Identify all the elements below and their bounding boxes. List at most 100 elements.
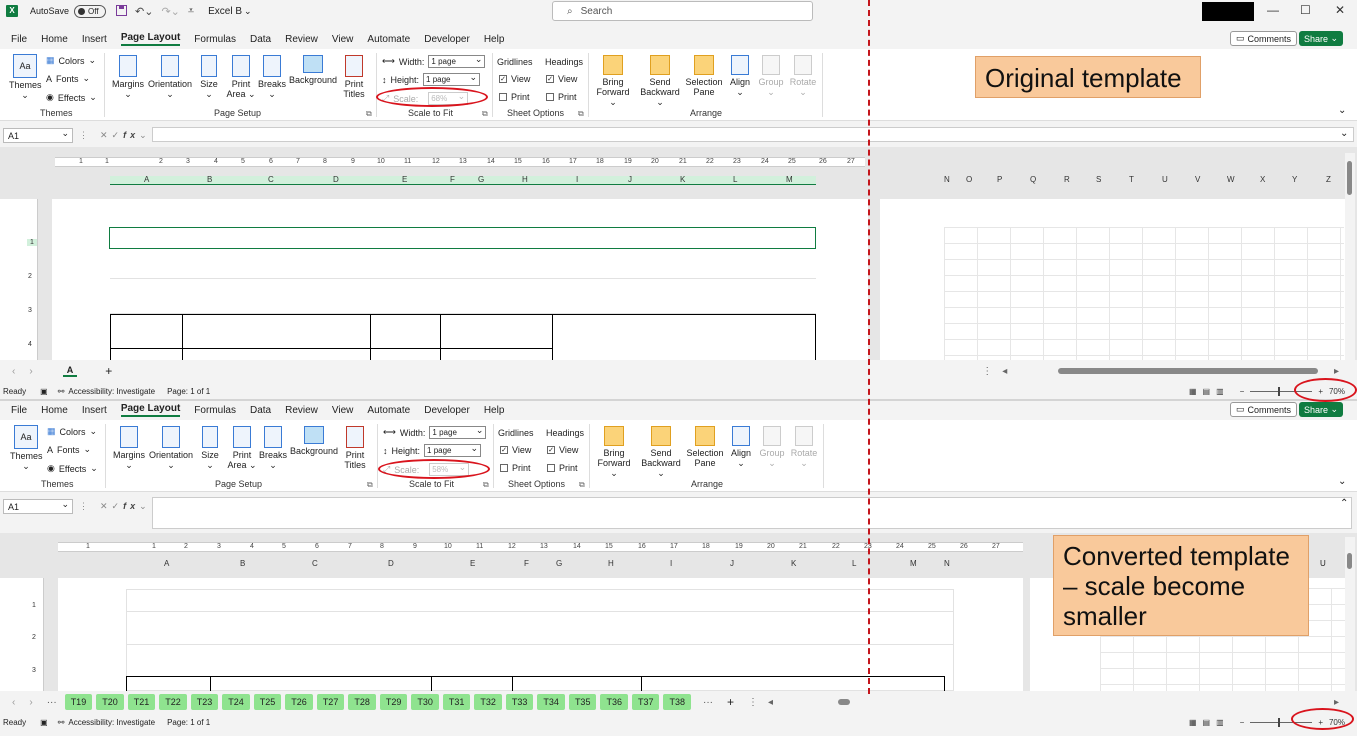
height-combo[interactable]: 1 page — [424, 442, 482, 457]
align-button[interactable]: Align ⌄ — [727, 55, 753, 97]
normal-view-icon[interactable]: ▦ — [1189, 718, 1197, 727]
page-layout-view-icon[interactable]: ▤ — [1203, 387, 1211, 396]
row-header[interactable]: 1 — [32, 602, 36, 609]
fx-icon[interactable]: fx — [123, 501, 139, 511]
prev-sheet-icon[interactable]: ‹ — [12, 697, 15, 708]
align-button[interactable]: Align ⌄ — [728, 426, 754, 468]
share-button[interactable]: Share ⌄ — [1299, 31, 1344, 46]
send-backward-button[interactable]: Send Backward ⌄ — [638, 55, 682, 107]
horizontal-scrollbar-thumb[interactable] — [838, 699, 850, 705]
tab-page-layout[interactable]: Page Layout — [120, 403, 181, 417]
next-sheet-icon[interactable]: › — [29, 697, 32, 708]
column-header[interactable]: F — [524, 559, 529, 568]
tab-data[interactable]: Data — [250, 405, 271, 416]
table-cell[interactable] — [370, 314, 441, 349]
sheet-tab[interactable]: T36 — [600, 694, 628, 710]
fx-icon[interactable]: fx — [123, 130, 139, 140]
formula-input[interactable] — [152, 497, 1352, 529]
tab-automate[interactable]: Automate — [367, 34, 410, 45]
sheet-tab[interactable]: T31 — [442, 694, 471, 710]
macro-record-icon[interactable]: ▣ — [40, 718, 48, 727]
row-header[interactable]: 2 — [28, 273, 32, 280]
vertical-scrollbar[interactable] — [1345, 537, 1355, 691]
send-backward-button[interactable]: Send Backward ⌄ — [639, 426, 683, 478]
sheet-tab[interactable]: T29 — [379, 694, 408, 710]
formula-input[interactable] — [152, 127, 1354, 142]
column-header[interactable]: L — [852, 559, 856, 568]
selection-pane-button[interactable]: Selection Pane — [684, 55, 724, 97]
column-header[interactable]: K — [791, 559, 796, 568]
sheet-tab[interactable]: T22 — [159, 694, 187, 710]
table-cell[interactable] — [182, 314, 371, 349]
comments-button[interactable]: ▭ Comments — [1230, 31, 1298, 46]
tab-insert[interactable]: Insert — [82, 34, 107, 45]
sheet-tab[interactable]: T35 — [568, 694, 597, 710]
sheet-tab[interactable]: T24 — [222, 694, 250, 710]
scroll-right-icon[interactable]: ▸ — [1334, 697, 1339, 708]
column-header[interactable]: D — [333, 175, 339, 184]
background-button[interactable]: Background — [289, 55, 337, 85]
background-button[interactable]: Background — [290, 426, 338, 456]
minimize-button[interactable]: — — [1267, 3, 1279, 17]
themes-button[interactable]: Aa Themes ⌄ — [9, 54, 42, 100]
selected-cell-a1[interactable] — [109, 227, 816, 249]
dialog-launcher-icon[interactable]: ⧉ — [366, 109, 372, 119]
tab-insert[interactable]: Insert — [82, 405, 107, 416]
tab-developer[interactable]: Developer — [424, 34, 470, 45]
print-area-button[interactable]: Print Area ⌄ — [225, 426, 259, 470]
tab-home[interactable]: Home — [41, 405, 68, 416]
table-cell[interactable] — [210, 676, 432, 691]
table-cell[interactable] — [110, 314, 183, 349]
gridlines-view-checkbox[interactable]: ✓ View — [499, 74, 530, 84]
column-header[interactable]: B — [207, 175, 212, 184]
column-header[interactable]: G — [556, 559, 562, 568]
row-header[interactable]: 1 — [27, 239, 37, 246]
tab-review[interactable]: Review — [285, 405, 318, 416]
more-tabs-icon[interactable]: ⋮ — [748, 697, 758, 708]
column-header[interactable]: N — [944, 559, 950, 568]
tab-view[interactable]: View — [332, 34, 354, 45]
sheet-tab[interactable]: T38 — [663, 694, 691, 710]
more-sheets-icon[interactable]: ··· — [703, 697, 713, 708]
table-cell[interactable] — [440, 314, 553, 349]
page-layout-view-icon[interactable]: ▤ — [1203, 718, 1211, 727]
colors-button[interactable]: ▦ Colors ⌄ — [47, 426, 97, 437]
dialog-launcher-icon[interactable]: ⧉ — [367, 480, 373, 490]
width-combo[interactable]: 1 page — [428, 53, 486, 68]
collapse-formula-icon[interactable]: ⌃ — [1340, 498, 1348, 509]
enter-icon[interactable]: ✓ — [112, 501, 124, 511]
cancel-icon[interactable]: ✕ — [100, 501, 112, 511]
column-header[interactable]: E — [402, 175, 407, 184]
zoom-out-icon[interactable]: − — [1240, 387, 1245, 396]
autosave-toggle[interactable]: Off — [74, 4, 107, 18]
expand-formula-icon[interactable]: ⌄ — [1340, 128, 1348, 139]
margins-button[interactable]: Margins ⌄ — [112, 426, 146, 470]
height-combo[interactable]: 1 page — [423, 71, 481, 86]
collapse-ribbon-icon[interactable]: ⌄ — [1338, 105, 1346, 116]
add-sheet-icon[interactable]: + — [105, 364, 112, 378]
group-button[interactable]: Group ⌄ — [758, 426, 786, 468]
tab-formulas[interactable]: Formulas — [194, 34, 236, 45]
effects-button[interactable]: ◉ Effects ⌄ — [46, 92, 97, 103]
sheet-tab[interactable]: T34 — [537, 694, 565, 710]
column-header[interactable]: D — [388, 559, 394, 568]
fonts-button[interactable]: A Fonts ⌄ — [47, 444, 91, 455]
column-header[interactable]: K — [680, 175, 685, 184]
dialog-launcher-icon[interactable]: ⧉ — [482, 109, 488, 119]
table-cell[interactable] — [641, 676, 945, 691]
table-cell[interactable] — [182, 348, 371, 360]
column-header[interactable]: B — [240, 559, 245, 568]
scroll-left-icon[interactable]: ◂ — [1002, 366, 1007, 377]
column-header[interactable]: G — [478, 175, 484, 184]
scroll-left-icon[interactable]: ◂ — [768, 697, 773, 708]
page-break-view-icon[interactable]: ▥ — [1216, 718, 1224, 727]
vertical-scrollbar[interactable] — [1345, 153, 1355, 360]
collapse-ribbon-icon[interactable]: ⌄ — [1338, 476, 1346, 487]
next-sheet-icon[interactable]: › — [29, 366, 32, 377]
tab-review[interactable]: Review — [285, 34, 318, 45]
column-header[interactable]: C — [312, 559, 318, 568]
sheet-tab[interactable]: T20 — [96, 694, 124, 710]
column-header[interactable]: M — [910, 559, 917, 568]
tab-file[interactable]: File — [11, 405, 27, 416]
row-header[interactable]: 3 — [28, 307, 32, 314]
